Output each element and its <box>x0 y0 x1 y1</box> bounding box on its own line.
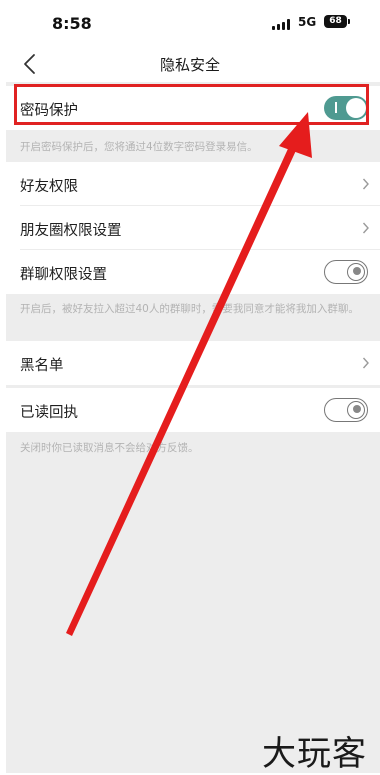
group-permissions-label: 群聊权限设置 <box>20 267 107 283</box>
group-permissions-hint: 开启后，被好友拉入超过40人的群聊时，需要我同意才能将我加入群聊。 <box>20 303 359 315</box>
blacklist-label: 黑名单 <box>20 358 64 374</box>
read-receipt-hint: 关闭时你已读取消息不会给对方反馈。 <box>20 442 199 454</box>
password-protection-label: 密码保护 <box>20 103 78 119</box>
password-protection-hint: 开启密码保护后，您将通过4位数字密码登录易信。 <box>20 141 258 153</box>
moments-permissions-label: 朋友圈权限设置 <box>20 223 122 239</box>
nav-bar: 隐私安全 <box>0 46 380 82</box>
chevron-right-icon <box>362 222 369 234</box>
watermark-logo: 大玩客 <box>262 734 367 774</box>
group-permissions-toggle[interactable] <box>324 260 368 284</box>
read-receipt-toggle[interactable] <box>324 398 368 422</box>
toggle-knob <box>346 98 366 118</box>
signal-icon <box>272 19 294 30</box>
chevron-right-icon <box>362 357 369 369</box>
friend-permissions-label: 好友权限 <box>20 179 78 195</box>
read-receipt-row[interactable]: 已读回执 <box>6 388 380 432</box>
network-type: 5G <box>298 15 317 29</box>
moments-permissions-row[interactable]: 朋友圈权限设置 <box>6 206 380 250</box>
read-receipt-label: 已读回执 <box>20 405 78 421</box>
status-bar: 8:58 5G 68 <box>0 0 380 46</box>
group-permissions-row[interactable]: 群聊权限设置 <box>6 250 380 294</box>
page-title: 隐私安全 <box>159 56 220 74</box>
friend-permissions-row[interactable]: 好友权限 <box>6 162 380 206</box>
battery-icon: 68 <box>324 15 350 28</box>
status-time: 8:58 <box>52 14 92 33</box>
password-protection-row[interactable]: 密码保护 <box>6 86 380 130</box>
blacklist-row[interactable]: 黑名单 <box>6 341 380 385</box>
toggle-off-mark-icon <box>353 267 361 275</box>
password-protection-toggle[interactable] <box>324 96 368 120</box>
toggle-on-mark-icon <box>335 102 337 113</box>
toggle-off-mark-icon <box>353 405 361 413</box>
chevron-right-icon <box>362 178 369 190</box>
